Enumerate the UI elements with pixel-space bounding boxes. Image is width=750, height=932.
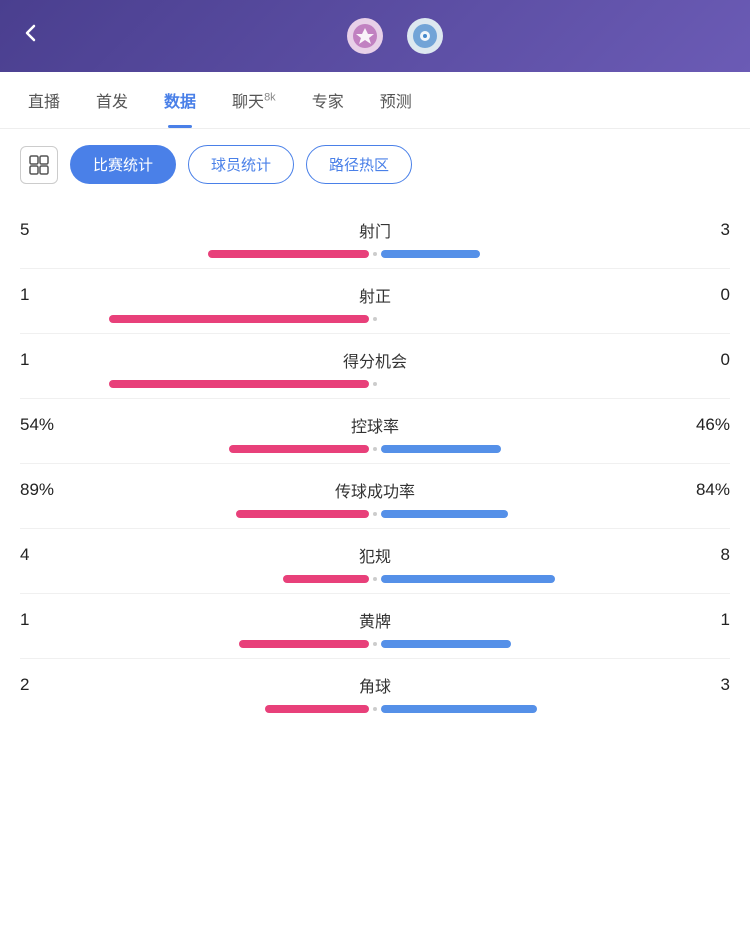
bar-left-4 — [236, 510, 369, 518]
nav-tab-预测[interactable]: 预测 — [362, 72, 430, 128]
bar-divider-6 — [373, 642, 377, 646]
stat-right-val-7: 3 — [670, 675, 730, 695]
bar-right-wrap-7 — [381, 705, 730, 713]
stat-row-4: 89% 传球成功率 84% — [20, 464, 730, 529]
stat-label-3: 控球率 — [80, 413, 670, 437]
bar-left-wrap-7 — [20, 705, 369, 713]
stat-right-val-1: 0 — [670, 285, 730, 305]
bar-right-4 — [381, 510, 508, 518]
bar-left-7 — [265, 705, 369, 713]
bar-left-6 — [239, 640, 369, 648]
bar-left-3 — [229, 445, 369, 453]
bar-left-0 — [208, 250, 369, 258]
bar-divider-3 — [373, 447, 377, 451]
stat-left-val-3: 54% — [20, 415, 80, 435]
bar-right-6 — [381, 640, 511, 648]
bar-right-wrap-0 — [381, 250, 730, 258]
sub-tab-1[interactable]: 球员统计 — [188, 145, 294, 184]
nav-tab-专家[interactable]: 专家 — [294, 72, 362, 128]
content-area: 比赛统计球员统计路径热区 5 射门 3 1 射正 0 — [0, 129, 750, 739]
stat-right-val-5: 8 — [670, 545, 730, 565]
match-info — [60, 18, 730, 54]
bar-right-7 — [381, 705, 537, 713]
stat-row-3: 54% 控球率 46% — [20, 399, 730, 464]
bar-right-wrap-1 — [381, 315, 730, 323]
stat-left-val-1: 1 — [20, 285, 80, 305]
nav-tab-数据[interactable]: 数据 — [146, 72, 214, 128]
stat-right-val-0: 3 — [670, 220, 730, 240]
bar-right-wrap-5 — [381, 575, 730, 583]
stat-right-val-3: 46% — [670, 415, 730, 435]
stats-section: 5 射门 3 1 射正 0 — [20, 204, 730, 723]
bar-right-5 — [381, 575, 555, 583]
stat-label-5: 犯规 — [80, 543, 670, 567]
bar-divider-1 — [373, 317, 377, 321]
layout-icon-button[interactable] — [20, 146, 58, 184]
bar-right-wrap-2 — [381, 380, 730, 388]
nav-tab-首发[interactable]: 首发 — [78, 72, 146, 128]
stat-left-val-2: 1 — [20, 350, 80, 370]
bar-right-wrap-3 — [381, 445, 730, 453]
stat-left-val-4: 89% — [20, 480, 80, 500]
stat-left-val-0: 5 — [20, 220, 80, 240]
sub-tab-2[interactable]: 路径热区 — [306, 145, 412, 184]
sub-tab-0[interactable]: 比赛统计 — [70, 145, 176, 184]
bar-divider-4 — [373, 512, 377, 516]
tab-badge: 8k — [264, 92, 276, 104]
stat-right-val-2: 0 — [670, 350, 730, 370]
stat-row-2: 1 得分机会 0 — [20, 334, 730, 399]
stat-label-1: 射正 — [80, 283, 670, 307]
bar-left-wrap-3 — [20, 445, 369, 453]
header — [0, 0, 750, 72]
back-button[interactable] — [20, 22, 60, 50]
stat-label-0: 射门 — [80, 218, 670, 242]
stat-row-5: 4 犯规 8 — [20, 529, 730, 594]
stat-label-6: 黄牌 — [80, 608, 670, 632]
stat-right-val-6: 1 — [670, 610, 730, 630]
stat-label-4: 传球成功率 — [80, 478, 670, 502]
stat-row-1: 1 射正 0 — [20, 269, 730, 334]
bar-right-0 — [381, 250, 480, 258]
stat-right-val-4: 84% — [670, 480, 730, 500]
nav-tab-直播[interactable]: 直播 — [10, 72, 78, 128]
bar-left-wrap-5 — [20, 575, 369, 583]
bar-divider-5 — [373, 577, 377, 581]
bar-left-wrap-0 — [20, 250, 369, 258]
bar-left-1 — [109, 315, 369, 323]
stat-left-val-6: 1 — [20, 610, 80, 630]
bar-divider-7 — [373, 707, 377, 711]
stat-row-7: 2 角球 3 — [20, 659, 730, 723]
bar-divider-0 — [373, 252, 377, 256]
bar-right-3 — [381, 445, 501, 453]
stat-row-0: 5 射门 3 — [20, 204, 730, 269]
stat-row-6: 1 黄牌 1 — [20, 594, 730, 659]
stat-label-7: 角球 — [80, 673, 670, 697]
nav-tab-聊天[interactable]: 聊天8k — [214, 72, 294, 128]
stat-label-2: 得分机会 — [80, 348, 670, 372]
nav-tabs: 直播首发数据聊天8k专家预测 — [0, 72, 750, 129]
bar-left-5 — [283, 575, 369, 583]
bar-left-wrap-6 — [20, 640, 369, 648]
bar-left-wrap-2 — [20, 380, 369, 388]
team-right-badge — [407, 18, 443, 54]
bar-left-wrap-4 — [20, 510, 369, 518]
bar-right-wrap-6 — [381, 640, 730, 648]
bar-right-wrap-4 — [381, 510, 730, 518]
bar-left-2 — [109, 380, 369, 388]
bar-divider-2 — [373, 382, 377, 386]
stat-left-val-5: 4 — [20, 545, 80, 565]
team-left-badge — [347, 18, 383, 54]
bar-left-wrap-1 — [20, 315, 369, 323]
sub-tabs: 比赛统计球员统计路径热区 — [20, 145, 730, 184]
stat-left-val-7: 2 — [20, 675, 80, 695]
